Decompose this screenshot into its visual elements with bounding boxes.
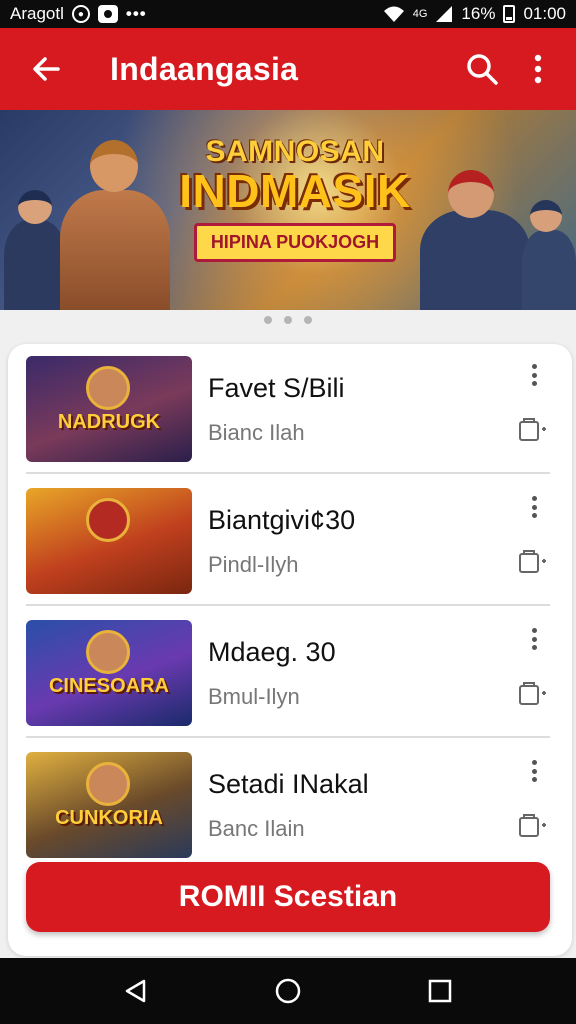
- list-item-text: Biantgivi¢30 Pindl-Ilyh: [208, 505, 510, 578]
- thumbnail-character: [86, 630, 130, 674]
- item-menu-button[interactable]: [524, 757, 544, 785]
- thumbnail-character: [86, 366, 130, 410]
- carousel-dot[interactable]: [284, 316, 292, 324]
- more-notifications-icon: •••: [125, 4, 147, 23]
- nav-back-button[interactable]: [111, 966, 161, 1016]
- thumbnail-character: [86, 498, 130, 542]
- list-item-actions: [510, 491, 550, 591]
- sync-icon: ●: [71, 5, 90, 23]
- more-options-button[interactable]: [510, 41, 566, 97]
- status-left: Aragotl ● •••: [10, 4, 147, 24]
- list-divider: [26, 604, 550, 606]
- list-item-text: Mdaeg. 30 Bmul-Ilyn: [208, 637, 510, 710]
- list-divider: [26, 472, 550, 474]
- banner-title: INDMASIK: [179, 165, 411, 217]
- status-app-label: Aragotl: [10, 4, 64, 23]
- status-time: 01:00: [523, 4, 566, 23]
- primary-action-button[interactable]: ROMII Scestian: [26, 862, 550, 932]
- item-menu-button[interactable]: [524, 625, 544, 653]
- game-thumbnail: CUNKORIA: [26, 752, 192, 858]
- list-item[interactable]: CUNKORIA Setadi INakal Banc Ilain: [26, 740, 550, 870]
- thumbnail-title: CINESOARA: [48, 675, 169, 697]
- item-menu-button[interactable]: [524, 493, 544, 521]
- square-recents-icon: [428, 979, 452, 1003]
- list-item-title: Setadi INakal: [208, 768, 369, 799]
- page-title: Indaangasia: [110, 50, 299, 87]
- search-icon: [467, 54, 498, 85]
- carousel-dot[interactable]: [264, 316, 272, 324]
- game-thumbnail: CINESOARA: [26, 620, 192, 726]
- battery-icon: [503, 5, 516, 23]
- app-bar: Indaangasia: [0, 28, 576, 110]
- nav-home-button[interactable]: [263, 966, 313, 1016]
- game-thumbnail: NADRUGK: [26, 356, 192, 462]
- game-thumbnail: [26, 488, 192, 594]
- status-right: 4G 16% 01:00: [383, 4, 566, 24]
- list-item-actions: [510, 755, 550, 855]
- thumbnail-title: NADRUGK: [57, 411, 161, 433]
- status-bar: Aragotl ● ••• 4G 16% 01:00: [0, 0, 576, 28]
- banner-character-right-soldier: [520, 180, 576, 310]
- wifi-icon: [383, 6, 404, 22]
- save-icon[interactable]: [518, 813, 548, 839]
- save-icon[interactable]: [518, 681, 548, 707]
- list-item-actions: [510, 359, 550, 459]
- list-item-subtitle: Bmul-Ilyn: [208, 683, 300, 709]
- search-button[interactable]: [454, 41, 510, 97]
- list-item-text: Favet S/Bili Bianc Ilah: [208, 373, 510, 446]
- system-nav-bar: [0, 958, 576, 1024]
- nav-recents-button[interactable]: [415, 966, 465, 1016]
- arrow-left-icon: [33, 57, 60, 81]
- back-button[interactable]: [16, 39, 76, 99]
- carousel-indicator: [0, 316, 576, 324]
- carousel-dot[interactable]: [304, 316, 312, 324]
- triangle-back-icon: [125, 979, 146, 1003]
- thumbnail-title: CUNKORIA: [55, 807, 163, 829]
- list-item-title: Mdaeg. 30: [208, 636, 336, 667]
- thumbnail-character: [86, 762, 130, 806]
- battery-percent: 16%: [461, 4, 496, 23]
- circle-home-icon: [275, 978, 301, 1004]
- list-item-text: Setadi INakal Banc Ilain: [208, 769, 510, 842]
- item-menu-button[interactable]: [524, 361, 544, 389]
- signal-icon: [436, 6, 453, 22]
- list-item-subtitle: Bianc Ilah: [208, 419, 305, 445]
- banner-subtitle: SAMNOSAN: [205, 135, 385, 168]
- camera-icon: [97, 5, 118, 23]
- list-item-subtitle: Banc Ilain: [208, 815, 305, 841]
- list-item[interactable]: NADRUGK Favet S/Bili Bianc Ilah: [26, 344, 550, 474]
- save-icon[interactable]: [518, 549, 548, 575]
- list-item-title: Favet S/Bili: [208, 372, 345, 403]
- network-label: 4G: [412, 8, 428, 20]
- banner-title-block: SAMNOSAN INDMASIK HIPINA PUOKJOGH: [160, 135, 430, 262]
- promo-banner[interactable]: SAMNOSAN INDMASIK HIPINA PUOKJOGH: [0, 110, 576, 310]
- list-item-actions: [510, 623, 550, 723]
- list-item[interactable]: CINESOARA Mdaeg. 30 Bmul-Ilyn: [26, 608, 550, 738]
- banner-ribbon: HIPINA PUOKJOGH: [193, 223, 397, 262]
- more-vert-icon: [534, 54, 542, 84]
- list-item-title: Biantgivi¢30: [208, 504, 356, 535]
- list-divider: [26, 736, 550, 738]
- save-icon[interactable]: [518, 417, 548, 443]
- list-item[interactable]: Biantgivi¢30 Pindl-Ilyh: [26, 476, 550, 606]
- list-item-subtitle: Pindl-Ilyh: [208, 551, 299, 577]
